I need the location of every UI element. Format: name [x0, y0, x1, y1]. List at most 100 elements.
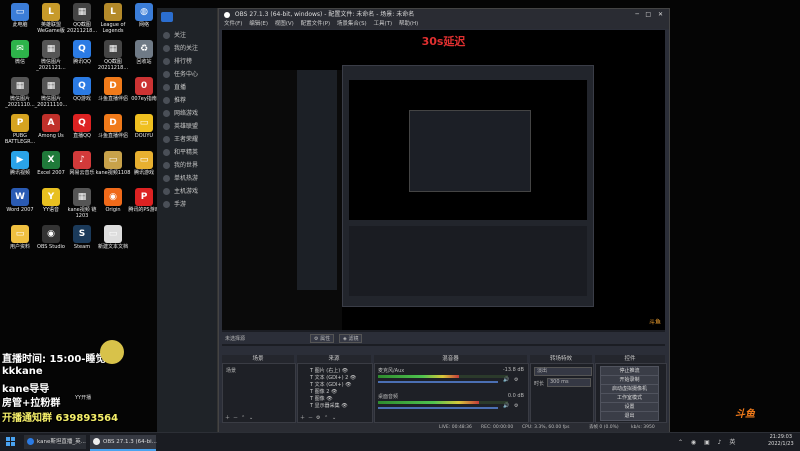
browser-nav-label: 关注: [174, 32, 187, 39]
browser-nav-item[interactable]: 直播: [163, 82, 186, 91]
browser-nav-item[interactable]: 单机热游: [163, 173, 198, 182]
source-add-button[interactable]: ＋: [300, 414, 305, 421]
mirror-sidebar: [297, 70, 337, 290]
browser-nav-item[interactable]: 任务中心: [163, 69, 198, 78]
filters-label: 滤镜: [348, 336, 359, 342]
minimize-icon[interactable]: ─: [635, 9, 639, 20]
system-tray[interactable]: ⌃ ◉ ▣ ♪ 英: [678, 437, 738, 446]
sources-dock-title: 来源: [297, 355, 371, 363]
obs-taskbar-icon: [93, 438, 100, 445]
menu-view[interactable]: 视图(V): [275, 21, 294, 27]
taskbar-browser[interactable]: kane斯坦直播_英...: [24, 435, 86, 449]
desktop-app-icon: P: [11, 114, 29, 132]
desktop-app-icon: D: [104, 77, 122, 95]
duration-input[interactable]: 300 ms: [547, 378, 591, 387]
visibility-icon[interactable]: 👁: [340, 403, 347, 409]
desktop-app-icon: ▶: [11, 151, 29, 169]
scene-add-button[interactable]: ＋: [225, 414, 230, 421]
source-item[interactable]: T 图像 2 👁: [310, 388, 337, 395]
taskbar-browser-label: kane斯坦直播_英...: [37, 439, 86, 445]
menu-scene-collection[interactable]: 场景集合(S): [337, 21, 367, 27]
mixer-settings-icon[interactable]: ⚙: [514, 377, 518, 383]
mirror-overlay: [222, 270, 294, 330]
browser-nav-item[interactable]: 手游: [163, 199, 186, 208]
source-item[interactable]: T 文本 (GDI+) 2 👁: [310, 374, 356, 381]
duration-label: 时长: [534, 381, 545, 387]
desktop-app-icon: ▦: [42, 40, 60, 58]
taskbar-obs[interactable]: OBS 27.1.3 (64-bi...: [90, 435, 157, 451]
source-item[interactable]: T 显示器采集 👁: [310, 402, 348, 409]
maximize-icon[interactable]: □: [645, 9, 651, 20]
scene-down-icon[interactable]: ⌄: [249, 415, 253, 421]
speaker-icon[interactable]: 🔊: [503, 377, 509, 383]
browser-nav-item[interactable]: 王者荣耀: [163, 134, 198, 143]
desktop-app-icon: L: [42, 3, 60, 21]
control-button[interactable]: 退出: [600, 411, 659, 421]
speaker-icon[interactable]: 🔊: [503, 403, 509, 409]
source-settings-icon[interactable]: ⚙: [316, 415, 320, 421]
visibility-icon[interactable]: 👁: [344, 382, 351, 388]
desktop-icon-label: kane视频 链1203: [67, 207, 97, 219]
browser-nav-item[interactable]: 推荐: [163, 95, 186, 104]
browser-nav-item[interactable]: 排行榜: [163, 56, 192, 65]
desktop-icon-label: 此电脑: [12, 22, 28, 28]
obs-title-bar: OBS 27.1.3 (64-bit, windows) - 配置文件: 未命名…: [219, 9, 669, 20]
obs-window: OBS 27.1.3 (64-bit, windows) - 配置文件: 未命名…: [218, 8, 670, 434]
desktop-icon-label: 腾讯游戏: [133, 170, 154, 176]
desktop-app-icon: X: [42, 151, 60, 169]
source-remove-button[interactable]: －: [308, 414, 313, 421]
browser-nav-label: 主机游戏: [174, 188, 199, 195]
source-up-icon[interactable]: ⌃: [324, 415, 328, 421]
start-icon[interactable]: [6, 437, 16, 447]
scene-remove-button[interactable]: －: [233, 414, 238, 421]
douyu-logo: 斗鱼: [735, 409, 755, 420]
desktop-app-icon: ▭: [135, 114, 153, 132]
desktop-icon-label: Steam: [73, 244, 91, 250]
overlay-notice: 开播通知群 639893564: [2, 413, 119, 424]
mirror-logo: 斗鱼: [648, 319, 661, 326]
close-icon[interactable]: ✕: [658, 9, 663, 20]
scene-up-icon[interactable]: ⌃: [241, 415, 245, 421]
volume-slider[interactable]: [378, 407, 498, 409]
transition-select[interactable]: 淡出: [534, 367, 592, 376]
scenes-dock-title: 场景: [222, 355, 294, 363]
menu-tools[interactable]: 工具(T): [373, 21, 392, 27]
desktop-icon-label: League of Legends: [100, 22, 126, 34]
scene-item[interactable]: 场景: [226, 367, 236, 374]
browser-nav-item[interactable]: 和平精英: [163, 147, 198, 156]
controls-dock-title: 控件: [595, 355, 665, 363]
menu-file[interactable]: 文件(F): [224, 21, 242, 27]
browser-nav-item[interactable]: 我的关注: [163, 43, 198, 52]
menu-edit[interactable]: 编辑(E): [249, 21, 268, 27]
source-item[interactable]: T 图像 👁: [310, 395, 333, 402]
browser-nav-item[interactable]: 主机游戏: [163, 186, 198, 195]
menu-help[interactable]: 帮助(H): [399, 21, 418, 27]
browser-nav-item[interactable]: 关注: [163, 30, 186, 39]
mixer-settings-icon[interactable]: ⚙: [514, 403, 518, 409]
desktop-icon-label: 斗鱼直播伴侣: [97, 133, 128, 139]
scenes-dock: 场景 ＋ － ⌃ ⌄: [222, 363, 296, 423]
nav-item-icon: [163, 175, 170, 182]
browser-nav-label: 我的关注: [174, 45, 199, 52]
desktop-app-icon: ◉: [104, 188, 122, 206]
properties-button[interactable]: ⚙ 属性: [310, 334, 335, 343]
clock[interactable]: 21:29:03 2022/1/23: [768, 434, 794, 448]
source-item[interactable]: T 文本 (GDI+) 👁: [310, 381, 351, 388]
desktop-app-icon: ▦: [104, 40, 122, 58]
source-item[interactable]: T 图片 (右上) 👁: [310, 367, 348, 374]
filters-button[interactable]: ◈ 滤镜: [339, 334, 363, 343]
browser-nav-item[interactable]: 我的世界: [163, 160, 198, 169]
menu-profile[interactable]: 配置文件(P): [301, 21, 331, 27]
source-down-icon[interactable]: ⌄: [332, 415, 336, 421]
browser-nav-item[interactable]: 英雄联盟: [163, 121, 198, 130]
desktop-app-icon: ▭: [11, 3, 29, 21]
preview-canvas[interactable]: 30s延迟 斗鱼: [222, 30, 665, 330]
desktop-icon[interactable]: ▭ 新建文本文档: [95, 225, 131, 250]
properties-label: 属性: [320, 336, 331, 342]
browser-logo-icon: [161, 12, 173, 22]
desktop-app-icon: ◉: [42, 225, 60, 243]
mixer-channel-name: 麦克风/Aux: [378, 368, 405, 374]
volume-slider[interactable]: [378, 381, 498, 383]
overlay-name2: kane导导: [2, 384, 50, 395]
browser-nav-item[interactable]: 网络游戏: [163, 108, 198, 117]
